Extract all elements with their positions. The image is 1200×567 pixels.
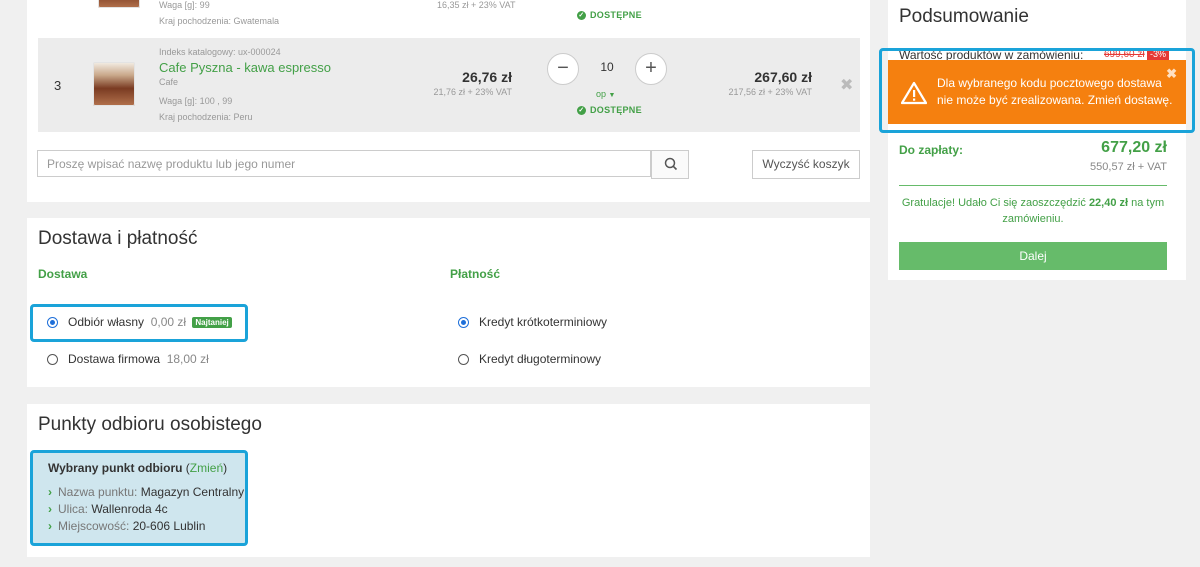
pickup-section-title: Punkty odbioru osobistego — [38, 414, 262, 435]
delivery-label: Dostawa — [38, 267, 88, 281]
pickup-city-line: › Miejscowość: 20-606 Lublin — [48, 519, 206, 533]
alert-message: Dla wybranego kodu pocztowego dostawa ni… — [937, 76, 1173, 107]
row-total-net: 217,56 zł + 23% VAT — [728, 87, 812, 97]
product-category: Cafe — [159, 77, 179, 87]
to-pay-label: Do zapłaty: — [899, 143, 964, 157]
product-origin: Kraj pochodzenia: Peru — [159, 112, 253, 122]
payment-label: Płatność — [450, 267, 501, 281]
payment-option-long-credit[interactable]: Kredyt długoterminowy — [479, 352, 601, 366]
product-thumbnail[interactable] — [93, 62, 135, 106]
product-name-link[interactable]: Cafe Pyszna - kawa espresso — [159, 60, 331, 75]
clear-cart-button[interactable]: Wyczyść koszyk — [752, 150, 860, 179]
delivery-section-title: Dostawa i płatność — [38, 228, 198, 249]
catalog-index: Indeks katalogowy: ux-000024 — [159, 47, 281, 57]
unit-price: 26,76 zł — [462, 69, 512, 85]
search-icon — [664, 157, 678, 171]
quantity-value[interactable]: 10 — [587, 60, 627, 74]
quantity-decrease-button[interactable]: − — [547, 53, 579, 85]
unit-price-net: 16,35 zł + 23% VAT — [437, 0, 516, 10]
row-index: 3 — [54, 78, 62, 93]
pickup-name-line: › Nazwa punktu: Magazyn Centralny — [48, 485, 245, 499]
delivery-radio-pickup[interactable] — [47, 317, 58, 328]
close-icon[interactable]: ✖ — [1166, 65, 1177, 82]
search-button[interactable] — [651, 150, 689, 179]
chevron-down-icon: ▼ — [608, 92, 616, 99]
delivery-option-pickup[interactable]: Odbiór własny 0,00 zł Najtaniej — [68, 315, 232, 329]
savings-message: Gratulacje! Udało Ci się zaoszczędzić 22… — [901, 197, 1165, 225]
product-weight: Waga [g]: 99 — [159, 0, 210, 10]
summary-title: Podsumowanie — [899, 6, 1029, 27]
quantity-increase-button[interactable]: + — [635, 53, 667, 85]
summary-divider — [899, 185, 1167, 186]
payment-radio-short-credit[interactable] — [458, 317, 469, 328]
product-weight: Waga [g]: 100 , 99 — [159, 96, 233, 106]
to-pay-net: 550,57 zł + VAT — [1090, 161, 1167, 173]
unit-price-net: 21,76 zł + 23% VAT — [433, 87, 512, 97]
change-pickup-link[interactable]: Zmień — [190, 461, 223, 475]
to-pay-amount: 677,20 zł — [1101, 139, 1167, 156]
payment-option-short-credit[interactable]: Kredyt krótkoterminiowy — [479, 315, 607, 329]
delivery-option-courier[interactable]: Dostawa firmowa 18,00 zł — [68, 352, 209, 366]
product-origin: Kraj pochodzenia: Gwatemala — [159, 16, 280, 26]
availability-status: ✓ DOSTĘPNE — [577, 105, 642, 116]
next-button[interactable]: Dalej — [899, 242, 1167, 270]
delivery-radio-courier[interactable] — [47, 354, 58, 365]
pickup-street-line: › Ulica: Wallenroda 4c — [48, 502, 168, 516]
cheapest-badge: Najtaniej — [192, 317, 232, 329]
quantity-unit-select[interactable]: op ▼ — [596, 89, 615, 99]
product-search-input[interactable]: Proszę wpisać nazwę produktu lub jego nu… — [37, 150, 651, 177]
selected-pickup-heading: Wybrany punkt odbioru (Zmień) — [48, 461, 228, 475]
row-total: 267,60 zł — [754, 69, 812, 85]
availability-status: ✓ DOSTĘPNE — [577, 10, 642, 21]
check-icon: ✓ — [577, 106, 586, 116]
warning-icon — [901, 81, 927, 105]
remove-item-icon[interactable]: ✖ — [840, 75, 853, 95]
product-thumbnail[interactable] — [98, 0, 140, 8]
delivery-error-alert: Dla wybranego kodu pocztowego dostawa ni… — [888, 60, 1186, 124]
payment-radio-long-credit[interactable] — [458, 354, 469, 365]
